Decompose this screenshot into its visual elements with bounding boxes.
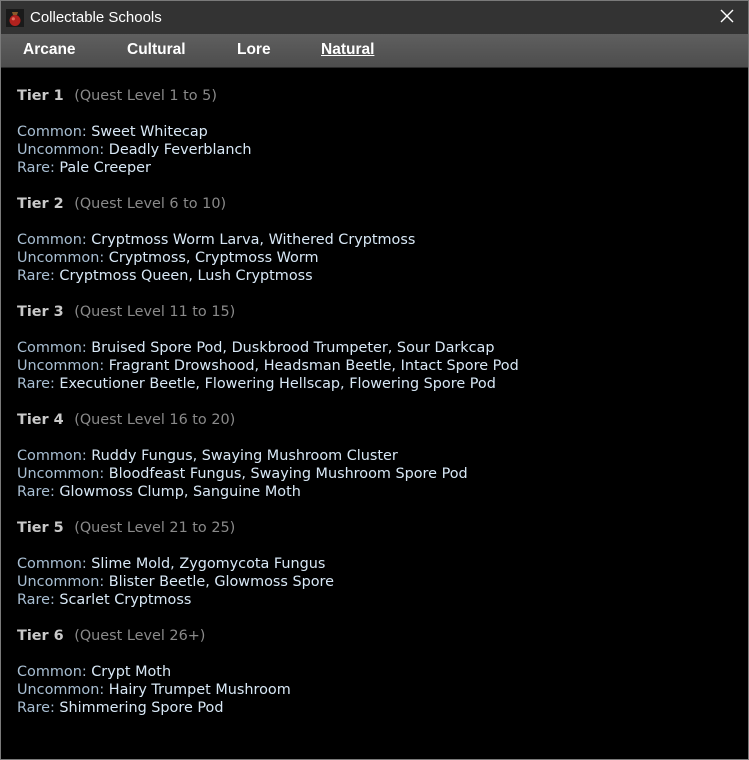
rare-row: Rare: Glowmoss Clump, Sanguine Moth [17, 483, 737, 501]
uncommon-items: Cryptmoss, Cryptmoss Worm [108, 250, 319, 266]
tab-cultural[interactable]: Cultural [127, 41, 186, 59]
close-button[interactable] [714, 5, 740, 29]
common-row: Common: Ruddy Fungus, Swaying Mushroom C… [17, 447, 737, 465]
tier-header: Tier 1 (Quest Level 1 to 5) [17, 87, 737, 105]
tier-6-section: Tier 6 (Quest Level 26+) Common: Crypt M… [17, 627, 737, 717]
uncommon-label: Uncommon: [17, 466, 105, 482]
tier-quest-level-range: (Quest Level 1 to 5) [74, 88, 217, 104]
common-items: Ruddy Fungus, Swaying Mushroom Cluster [91, 448, 398, 464]
uncommon-label: Uncommon: [17, 682, 105, 698]
rare-row: Rare: Executioner Beetle, Flowering Hell… [17, 375, 737, 393]
rare-label: Rare: [17, 484, 55, 500]
uncommon-row: Uncommon: Blister Beetle, Glowmoss Spore [17, 573, 737, 591]
rare-label: Rare: [17, 376, 55, 392]
tier-1-section: Tier 1 (Quest Level 1 to 5) Common: Swee… [17, 87, 737, 177]
common-items: Cryptmoss Worm Larva, Withered Cryptmoss [91, 232, 416, 248]
tier-quest-level-range: (Quest Level 21 to 25) [74, 520, 236, 536]
tier-header: Tier 6 (Quest Level 26+) [17, 627, 737, 645]
uncommon-items: Blister Beetle, Glowmoss Spore [108, 574, 334, 590]
tab-lore[interactable]: Lore [237, 41, 271, 59]
rare-items: Executioner Beetle, Flowering Hellscap, … [59, 376, 496, 392]
common-items: Crypt Moth [91, 664, 172, 680]
common-label: Common: [17, 556, 87, 572]
common-label: Common: [17, 448, 87, 464]
tier-quest-level-range: (Quest Level 11 to 15) [74, 304, 236, 320]
uncommon-row: Uncommon: Hairy Trumpet Mushroom [17, 681, 737, 699]
window-title: Collectable Schools [30, 9, 162, 26]
tier-name: Tier 6 [17, 628, 64, 644]
common-label: Common: [17, 232, 87, 248]
uncommon-row: Uncommon: Deadly Feverblanch [17, 141, 737, 159]
common-row: Common: Bruised Spore Pod, Duskbrood Tru… [17, 339, 737, 357]
uncommon-label: Uncommon: [17, 574, 105, 590]
uncommon-row: Uncommon: Fragrant Drowshood, Headsman B… [17, 357, 737, 375]
uncommon-items: Hairy Trumpet Mushroom [108, 682, 291, 698]
tab-natural[interactable]: Natural [321, 41, 374, 59]
rare-items: Shimmering Spore Pod [59, 700, 224, 716]
rare-label: Rare: [17, 592, 55, 608]
rare-row: Rare: Scarlet Cryptmoss [17, 591, 737, 609]
title-bar[interactable]: Collectable Schools [1, 1, 748, 34]
rare-row: Rare: Cryptmoss Queen, Lush Cryptmoss [17, 267, 737, 285]
rare-label: Rare: [17, 268, 55, 284]
common-label: Common: [17, 340, 87, 356]
tier-2-section: Tier 2 (Quest Level 6 to 10) Common: Cry… [17, 195, 737, 285]
close-icon [720, 8, 734, 27]
rare-label: Rare: [17, 160, 55, 176]
tier-name: Tier 3 [17, 304, 64, 320]
uncommon-row: Uncommon: Cryptmoss, Cryptmoss Worm [17, 249, 737, 267]
common-items: Bruised Spore Pod, Duskbrood Trumpeter, … [91, 340, 495, 356]
tier-quest-level-range: (Quest Level 6 to 10) [74, 196, 227, 212]
tier-name: Tier 1 [17, 88, 64, 104]
rare-row: Rare: Shimmering Spore Pod [17, 699, 737, 717]
uncommon-items: Bloodfeast Fungus, Swaying Mushroom Spor… [108, 466, 468, 482]
collectable-schools-window: Collectable Schools Arcane Cultural Lore… [0, 0, 749, 760]
uncommon-items: Fragrant Drowshood, Headsman Beetle, Int… [108, 358, 519, 374]
tier-4-section: Tier 4 (Quest Level 16 to 20) Common: Ru… [17, 411, 737, 501]
tab-arcane[interactable]: Arcane [23, 41, 76, 59]
tier-header: Tier 3 (Quest Level 11 to 15) [17, 303, 737, 321]
uncommon-row: Uncommon: Bloodfeast Fungus, Swaying Mus… [17, 465, 737, 483]
rare-items: Pale Creeper [59, 160, 151, 176]
common-label: Common: [17, 124, 87, 140]
tier-5-section: Tier 5 (Quest Level 21 to 25) Common: Sl… [17, 519, 737, 609]
common-row: Common: Crypt Moth [17, 663, 737, 681]
collectables-list: Tier 1 (Quest Level 1 to 5) Common: Swee… [17, 87, 737, 735]
tier-name: Tier 5 [17, 520, 64, 536]
rare-label: Rare: [17, 700, 55, 716]
rare-items: Glowmoss Clump, Sanguine Moth [59, 484, 301, 500]
common-items: Slime Mold, Zygomycota Fungus [91, 556, 326, 572]
uncommon-label: Uncommon: [17, 250, 105, 266]
rare-items: Cryptmoss Queen, Lush Cryptmoss [59, 268, 313, 284]
tier-3-section: Tier 3 (Quest Level 11 to 15) Common: Br… [17, 303, 737, 393]
tier-header: Tier 2 (Quest Level 6 to 10) [17, 195, 737, 213]
uncommon-label: Uncommon: [17, 142, 105, 158]
rare-items: Scarlet Cryptmoss [59, 592, 192, 608]
rare-row: Rare: Pale Creeper [17, 159, 737, 177]
school-tabs: Arcane Cultural Lore Natural [1, 34, 748, 68]
common-row: Common: Sweet Whitecap [17, 123, 737, 141]
tier-header: Tier 5 (Quest Level 21 to 25) [17, 519, 737, 537]
uncommon-label: Uncommon: [17, 358, 105, 374]
red-potion-bag-icon [6, 8, 24, 27]
common-label: Common: [17, 664, 87, 680]
tier-quest-level-range: (Quest Level 16 to 20) [74, 412, 236, 428]
uncommon-items: Deadly Feverblanch [108, 142, 252, 158]
common-row: Common: Cryptmoss Worm Larva, Withered C… [17, 231, 737, 249]
common-row: Common: Slime Mold, Zygomycota Fungus [17, 555, 737, 573]
tier-name: Tier 2 [17, 196, 64, 212]
tier-header: Tier 4 (Quest Level 16 to 20) [17, 411, 737, 429]
tier-quest-level-range: (Quest Level 26+) [74, 628, 206, 644]
tier-name: Tier 4 [17, 412, 64, 428]
common-items: Sweet Whitecap [91, 124, 208, 140]
